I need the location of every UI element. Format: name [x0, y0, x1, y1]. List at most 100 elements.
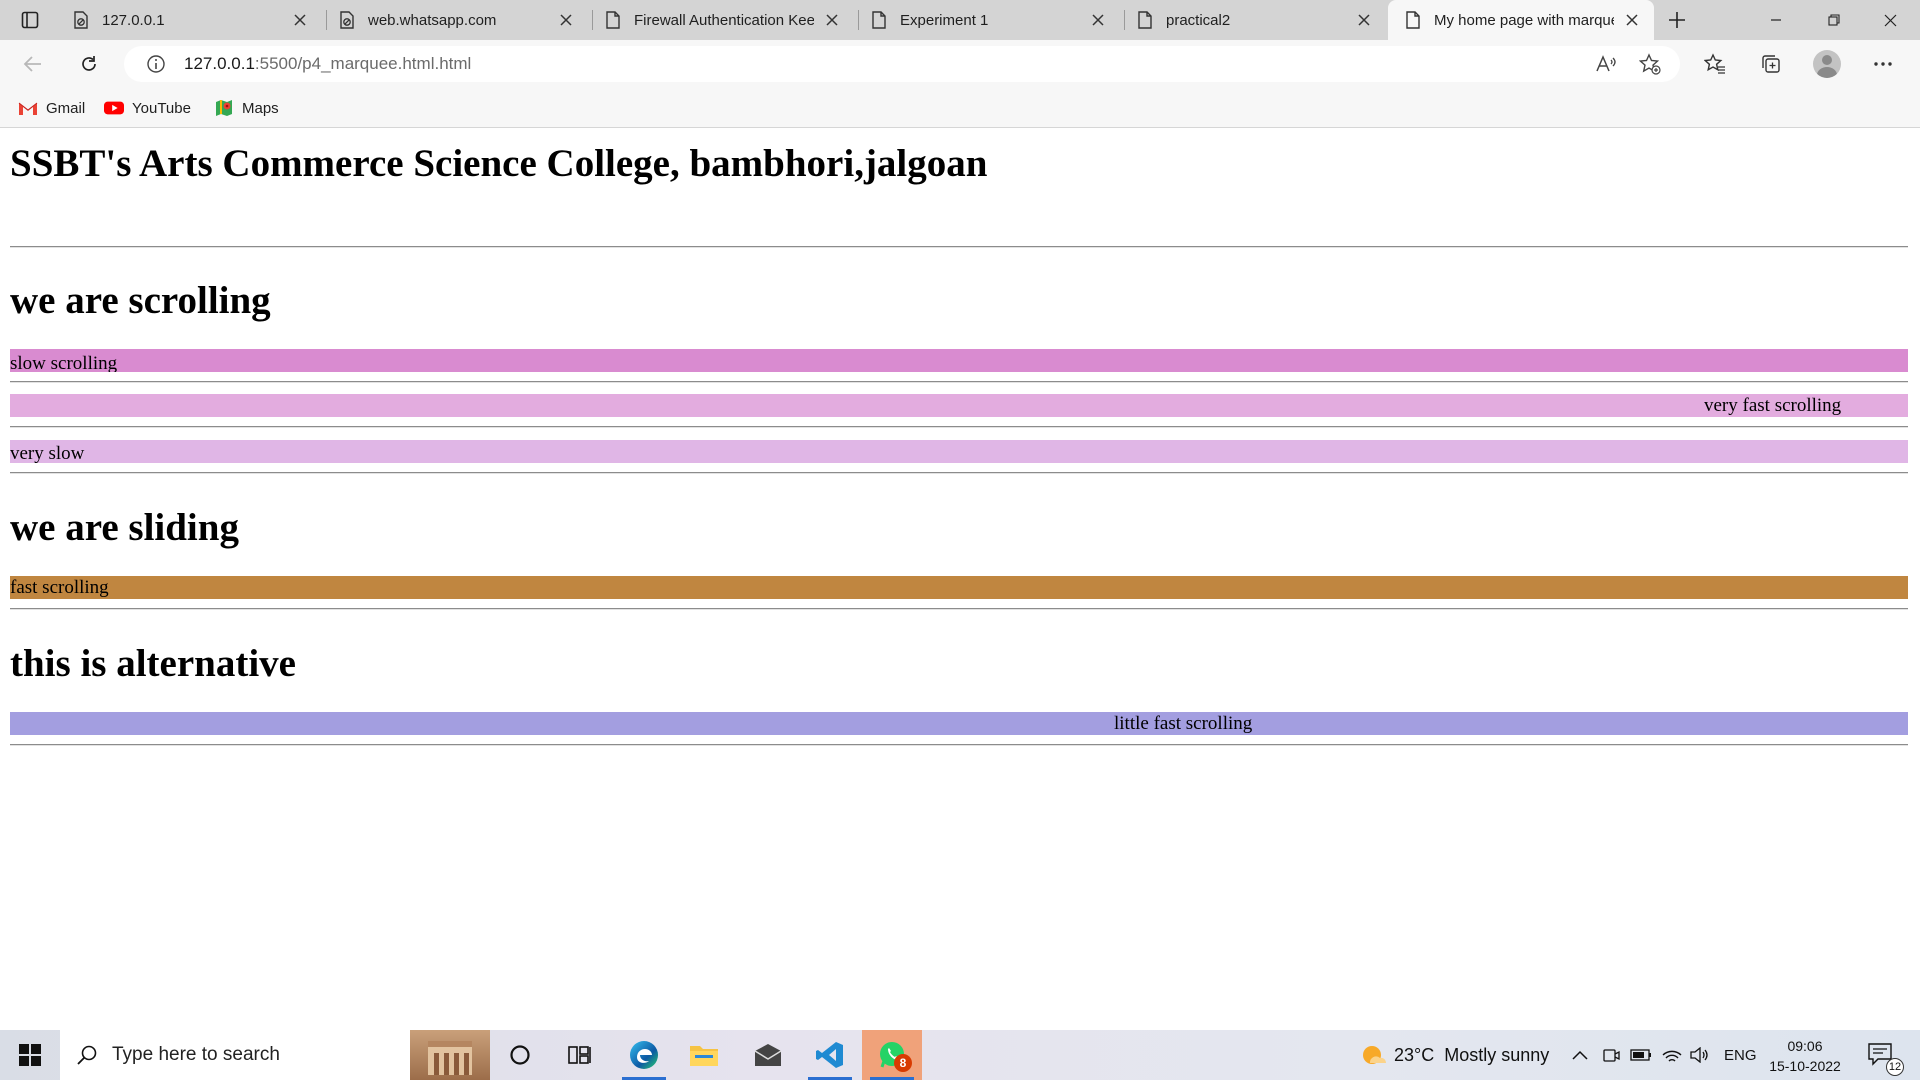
tab-firewall[interactable]: Firewall Authentication Keep [588, 0, 854, 40]
close-icon [1884, 14, 1896, 26]
add-favorite-button[interactable] [1636, 52, 1664, 76]
volume-button[interactable] [1690, 1030, 1710, 1080]
clock-time: 09:06 [1787, 1038, 1823, 1054]
edge-icon [630, 1041, 658, 1069]
close-tab-icon[interactable] [1352, 8, 1376, 32]
favorites-button[interactable] [1698, 48, 1732, 80]
url-path: :5500/p4_marquee.html.html [254, 54, 472, 73]
weather-temp: 23°C [1394, 1044, 1435, 1065]
mail-icon [754, 1044, 782, 1066]
tab-marquee-home[interactable]: My home page with marque [1388, 0, 1654, 40]
show-hidden-icons-button[interactable] [1572, 1030, 1588, 1080]
settings-menu-button[interactable] [1866, 48, 1900, 80]
tab-title: practical2 [1166, 11, 1231, 29]
page-content: SSBT's Arts Commerce Science College, ba… [0, 129, 1920, 1030]
notifications-button[interactable]: 12 [1868, 1042, 1904, 1076]
tab-whatsapp[interactable]: web.whatsapp.com [322, 0, 588, 40]
horizontal-rule [10, 472, 1908, 474]
horizontal-rule [10, 426, 1908, 428]
tab-practical2[interactable]: practical2 [1120, 0, 1386, 40]
gmail-icon [18, 98, 38, 118]
clock-date: 15-10-2022 [1769, 1058, 1841, 1074]
address-bar[interactable]: 127.0.0.1:5500/p4_marquee.html.html [124, 46, 1680, 82]
bookmark-youtube[interactable]: YouTube [104, 96, 191, 120]
close-tab-icon[interactable] [288, 8, 312, 32]
marquee-very-slow: very slow [10, 440, 1908, 463]
close-tab-icon[interactable] [1086, 8, 1110, 32]
close-tab-icon[interactable] [820, 8, 844, 32]
marquee-fast-scrolling: fast scrolling [10, 576, 1908, 599]
network-button[interactable] [1662, 1030, 1682, 1080]
weather-sun-icon [1363, 1046, 1387, 1064]
tab-title: My home page with marque [1434, 11, 1614, 29]
horizontal-rule [10, 744, 1908, 746]
close-tab-icon[interactable] [554, 8, 578, 32]
page-icon [870, 11, 888, 29]
start-button[interactable] [10, 1038, 50, 1072]
profile-button[interactable] [1810, 48, 1844, 80]
restore-button[interactable] [1806, 0, 1862, 40]
back-button[interactable] [16, 48, 50, 80]
read-aloud-button[interactable] [1592, 52, 1620, 76]
marquee-text: slow scrolling [10, 353, 118, 372]
url-text[interactable]: 127.0.0.1:5500/p4_marquee.html.html [184, 54, 471, 74]
clock[interactable]: 09:06 15-10-2022 [1760, 1036, 1850, 1076]
battery-button[interactable] [1630, 1030, 1652, 1080]
language-indicator[interactable]: ENG [1724, 1030, 1757, 1080]
collections-icon [1762, 55, 1780, 73]
landmark-icon [428, 1041, 472, 1075]
edge-taskbar-button[interactable] [614, 1030, 674, 1080]
cortana-button[interactable] [490, 1030, 550, 1080]
restore-icon [1828, 14, 1840, 26]
whatsapp-taskbar-button[interactable]: 8 [862, 1030, 922, 1080]
language-label: ENG [1724, 1046, 1757, 1064]
close-window-button[interactable] [1862, 0, 1918, 40]
search-highlight-image[interactable] [410, 1030, 490, 1080]
cortana-icon [510, 1045, 530, 1065]
tab-experiment-1[interactable]: Experiment 1 [854, 0, 1120, 40]
tab-strip: 127.0.0.1 web.whatsapp.com Firewall Auth… [0, 0, 1920, 40]
battery-icon [1630, 1049, 1651, 1061]
file-explorer-button[interactable] [674, 1030, 734, 1080]
bookmark-label: Gmail [46, 99, 86, 117]
plus-icon [1669, 12, 1685, 28]
youtube-icon [104, 98, 124, 118]
bookmark-maps[interactable]: Maps [214, 96, 279, 120]
minimize-icon [1771, 19, 1781, 21]
bookmark-gmail[interactable]: Gmail [18, 96, 85, 120]
tab-actions-button[interactable] [10, 6, 50, 34]
tab-actions-icon [21, 11, 39, 29]
vscode-icon [816, 1042, 843, 1068]
task-view-button[interactable] [550, 1030, 610, 1080]
weather-condition: Mostly sunny [1444, 1044, 1550, 1065]
maps-icon [214, 98, 234, 118]
meet-now-button[interactable] [1602, 1030, 1620, 1080]
minimize-button[interactable] [1748, 0, 1804, 40]
close-tab-icon[interactable] [1620, 8, 1644, 32]
tab-localhost[interactable]: 127.0.0.1 [56, 0, 322, 40]
tab-title: Firewall Authentication Keep [634, 11, 814, 29]
vscode-taskbar-button[interactable] [800, 1030, 860, 1080]
section-heading-sliding: we are sliding [10, 506, 239, 549]
new-tab-button[interactable] [1660, 4, 1694, 36]
marquee-text: very fast scrolling [1704, 395, 1842, 416]
bookmark-label: YouTube [132, 99, 191, 117]
windows-icon [19, 1044, 41, 1066]
tab-title: 127.0.0.1 [102, 11, 165, 29]
wifi-icon [1662, 1050, 1682, 1062]
task-view-icon [568, 1046, 591, 1064]
url-host: 127.0.0.1 [184, 54, 255, 73]
taskbar: Type here to search 8 23°C Mostly sunny [0, 1030, 1920, 1080]
weather-widget[interactable]: 23°C Mostly sunny [1360, 1030, 1549, 1080]
browser-toolbar: 127.0.0.1:5500/p4_marquee.html.html [0, 40, 1920, 88]
marquee-slow-scrolling: slow scrolling [10, 349, 1908, 372]
horizontal-rule [10, 246, 1908, 248]
search-placeholder: Type here to search [112, 1044, 280, 1065]
mail-button[interactable] [738, 1030, 798, 1080]
read-aloud-icon [1596, 55, 1616, 72]
collections-button[interactable] [1754, 48, 1788, 80]
marquee-little-fast-scrolling: little fast scrolling [10, 712, 1908, 735]
refresh-button[interactable] [72, 48, 106, 80]
site-info-icon[interactable] [146, 54, 166, 74]
tab-title: Experiment 1 [900, 11, 989, 29]
